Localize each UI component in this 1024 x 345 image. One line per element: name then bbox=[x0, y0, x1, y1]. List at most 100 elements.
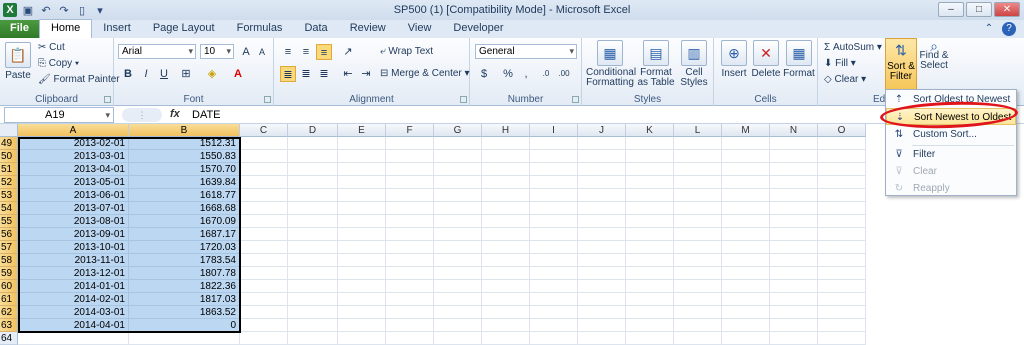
cell-empty[interactable] bbox=[770, 254, 818, 267]
cell-empty[interactable] bbox=[818, 137, 866, 150]
cell-empty[interactable] bbox=[530, 150, 578, 163]
formula-input[interactable]: DATE bbox=[192, 109, 221, 121]
underline-button[interactable]: U bbox=[156, 66, 172, 82]
sort-filter-button[interactable]: ⇅ Sort & Filter bbox=[885, 38, 917, 90]
maximize-button[interactable]: □ bbox=[966, 2, 992, 17]
cell-empty[interactable] bbox=[386, 254, 434, 267]
insert-function-icon[interactable]: fx bbox=[170, 108, 180, 120]
cell-empty[interactable] bbox=[722, 306, 770, 319]
cell-empty[interactable] bbox=[482, 241, 530, 254]
align-left-icon[interactable]: ≣ bbox=[280, 66, 296, 82]
decrease-indent-icon[interactable]: ⇤ bbox=[340, 66, 356, 82]
column-header-h[interactable]: H bbox=[482, 124, 530, 137]
cell-date[interactable] bbox=[18, 332, 129, 345]
cell-empty[interactable] bbox=[338, 319, 386, 332]
cell-empty[interactable] bbox=[386, 293, 434, 306]
cell-empty[interactable] bbox=[722, 332, 770, 345]
font-launcher-icon[interactable] bbox=[264, 96, 271, 103]
cell-empty[interactable] bbox=[386, 280, 434, 293]
cell-empty[interactable] bbox=[482, 280, 530, 293]
cell-empty[interactable] bbox=[770, 332, 818, 345]
row-header[interactable]: 64 bbox=[0, 332, 18, 345]
cell-empty[interactable] bbox=[288, 163, 338, 176]
cell-empty[interactable] bbox=[240, 202, 288, 215]
font-color-icon[interactable]: A bbox=[230, 66, 246, 82]
cell-empty[interactable] bbox=[386, 202, 434, 215]
cell-empty[interactable] bbox=[288, 137, 338, 150]
cell-empty[interactable] bbox=[578, 150, 626, 163]
tab-developer[interactable]: Developer bbox=[442, 20, 514, 38]
cell-empty[interactable] bbox=[818, 163, 866, 176]
cell-empty[interactable] bbox=[674, 241, 722, 254]
cell-empty[interactable] bbox=[626, 137, 674, 150]
cell-empty[interactable] bbox=[338, 280, 386, 293]
row-header[interactable]: 49 bbox=[0, 137, 18, 150]
tab-page-layout[interactable]: Page Layout bbox=[142, 20, 226, 38]
cell-empty[interactable] bbox=[434, 267, 482, 280]
align-top-icon[interactable]: ≡ bbox=[280, 44, 296, 60]
cell-empty[interactable] bbox=[240, 189, 288, 202]
increase-decimal-icon[interactable]: .0 bbox=[538, 66, 554, 82]
cell-empty[interactable] bbox=[626, 332, 674, 345]
decrease-decimal-icon[interactable]: .00 bbox=[556, 66, 572, 82]
currency-icon[interactable]: $ bbox=[476, 66, 492, 82]
cell-empty[interactable] bbox=[386, 189, 434, 202]
menu-item-filter[interactable]: ⊽ Filter bbox=[886, 146, 1016, 163]
cell-empty[interactable] bbox=[722, 150, 770, 163]
cell-empty[interactable] bbox=[818, 254, 866, 267]
cell-value[interactable]: 1618.77 bbox=[129, 189, 240, 202]
cell-date[interactable]: 2013-05-01 bbox=[18, 176, 129, 189]
cell-empty[interactable] bbox=[530, 267, 578, 280]
find-select-button[interactable]: ⌕ Find & Select bbox=[918, 39, 950, 71]
cell-date[interactable]: 2013-07-01 bbox=[18, 202, 129, 215]
column-header-c[interactable]: C bbox=[240, 124, 288, 137]
cell-empty[interactable] bbox=[626, 202, 674, 215]
cell-empty[interactable] bbox=[434, 137, 482, 150]
format-as-table-button[interactable]: ▤ Format as Table bbox=[636, 40, 676, 88]
cell-date[interactable]: 2014-04-01 bbox=[18, 319, 129, 332]
delete-cells-button[interactable]: ✕ Delete bbox=[750, 40, 782, 79]
cell-empty[interactable] bbox=[482, 293, 530, 306]
cell-empty[interactable] bbox=[338, 215, 386, 228]
cell-empty[interactable] bbox=[818, 241, 866, 254]
cell-empty[interactable] bbox=[818, 176, 866, 189]
bold-button[interactable]: B bbox=[120, 66, 136, 82]
cell-value[interactable]: 1687.17 bbox=[129, 228, 240, 241]
cell-empty[interactable] bbox=[338, 254, 386, 267]
row-header[interactable]: 50 bbox=[0, 150, 18, 163]
cell-empty[interactable] bbox=[386, 163, 434, 176]
cell-empty[interactable] bbox=[626, 319, 674, 332]
cell-empty[interactable] bbox=[770, 241, 818, 254]
comma-icon[interactable]: , bbox=[518, 66, 534, 82]
cell-empty[interactable] bbox=[722, 189, 770, 202]
row-header[interactable]: 59 bbox=[0, 267, 18, 280]
insert-cells-button[interactable]: ⊕ Insert bbox=[718, 40, 750, 79]
close-button[interactable]: ✕ bbox=[994, 2, 1020, 17]
cell-date[interactable]: 2013-06-01 bbox=[18, 189, 129, 202]
row-header[interactable]: 52 bbox=[0, 176, 18, 189]
cell-empty[interactable] bbox=[386, 267, 434, 280]
cell-empty[interactable] bbox=[770, 150, 818, 163]
cell-value[interactable]: 1720.03 bbox=[129, 241, 240, 254]
cell-value[interactable]: 1822.36 bbox=[129, 280, 240, 293]
cell-empty[interactable] bbox=[434, 241, 482, 254]
cell-empty[interactable] bbox=[338, 150, 386, 163]
cell-empty[interactable] bbox=[578, 137, 626, 150]
cell-empty[interactable] bbox=[770, 267, 818, 280]
tab-home[interactable]: Home bbox=[38, 19, 93, 38]
cell-date[interactable]: 2014-01-01 bbox=[18, 280, 129, 293]
cell-value[interactable]: 1670.09 bbox=[129, 215, 240, 228]
column-header-f[interactable]: F bbox=[386, 124, 434, 137]
cell-empty[interactable] bbox=[288, 202, 338, 215]
cell-empty[interactable] bbox=[818, 150, 866, 163]
cell-empty[interactable] bbox=[770, 202, 818, 215]
cell-empty[interactable] bbox=[434, 332, 482, 345]
cell-date[interactable]: 2013-09-01 bbox=[18, 228, 129, 241]
cell-empty[interactable] bbox=[434, 215, 482, 228]
cell-date[interactable]: 2013-03-01 bbox=[18, 150, 129, 163]
cell-empty[interactable] bbox=[482, 254, 530, 267]
cell-empty[interactable] bbox=[338, 189, 386, 202]
tab-data[interactable]: Data bbox=[293, 20, 338, 38]
cell-empty[interactable] bbox=[578, 280, 626, 293]
cell-empty[interactable] bbox=[722, 176, 770, 189]
